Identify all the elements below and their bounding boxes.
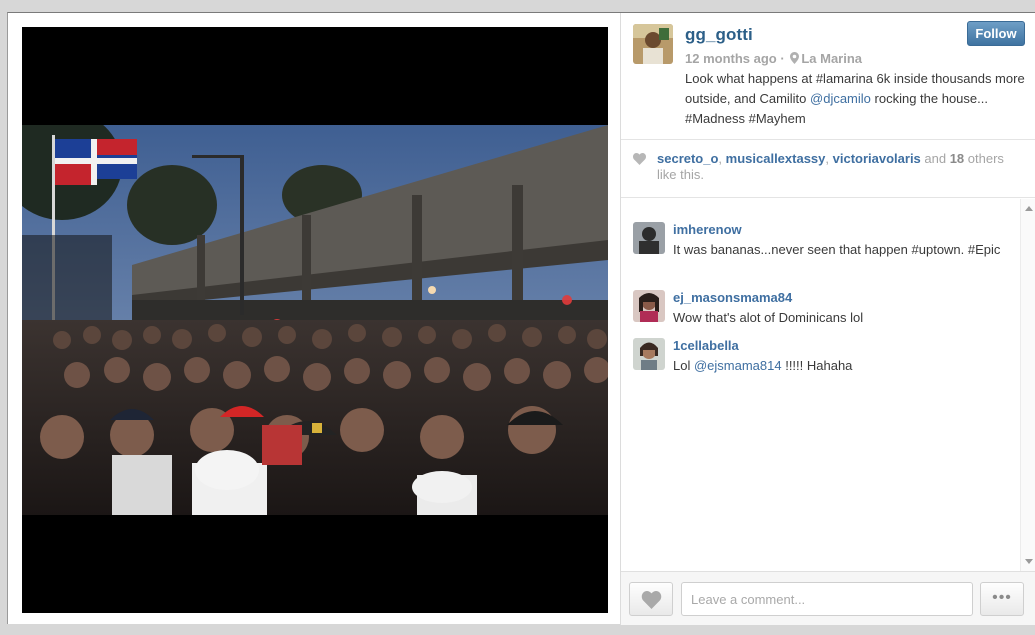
meta-separator: · — [780, 51, 785, 66]
likes-section: secreto_o, musicallextassy, victoriavola… — [621, 141, 1035, 198]
post-header: gg_gotti Follow 12 months ago · La Marin… — [621, 13, 1035, 140]
comment-hashtag[interactable]: #uptown — [912, 242, 961, 257]
caption-mention[interactable]: @djcamilo — [810, 91, 871, 106]
scroll-up-arrow-icon[interactable] — [1025, 206, 1033, 211]
comment-text: It was bananas...never seen that happen … — [673, 240, 1003, 260]
comments-scrollbar[interactable] — [1020, 199, 1035, 571]
like-button[interactable] — [629, 582, 673, 616]
comment-text: Lol @ejsmama814 !!!!! Hahaha — [673, 356, 1003, 376]
comment-mention[interactable]: @ejsmama814 — [694, 358, 782, 373]
liker-username[interactable]: secreto_o — [657, 151, 718, 166]
heart-icon — [633, 153, 646, 165]
likes-count[interactable]: 18 — [950, 151, 964, 166]
commenter-username[interactable]: ej_masonsmama84 — [673, 290, 792, 305]
comment-text-part: !!!!! Hahaha — [781, 358, 853, 373]
comment-text-part: Wow that's alot of Dominicans lol — [673, 310, 864, 325]
follow-button[interactable]: Follow — [967, 21, 1025, 46]
scroll-down-arrow-icon[interactable] — [1025, 559, 1033, 564]
photo-container — [22, 27, 608, 613]
likes-text: secreto_o, musicallextassy, victoriavola… — [657, 151, 1004, 182]
commenter-username[interactable]: 1cellabella — [673, 338, 739, 353]
liker-username[interactable]: musicallextassy — [726, 151, 826, 166]
commenter-avatar[interactable] — [633, 290, 665, 322]
caption-hashtag[interactable]: #Madness — [685, 111, 745, 126]
owner-avatar[interactable] — [633, 24, 673, 64]
caption-hashtag[interactable]: #lamarina — [816, 71, 873, 86]
commenter-avatar-image — [633, 290, 665, 322]
caption-hashtag[interactable]: #Mayhem — [749, 111, 806, 126]
post-modal: gg_gotti Follow 12 months ago · La Marin… — [7, 12, 1035, 625]
likes-and-text: and — [920, 151, 950, 166]
crowd-photo-image — [22, 125, 608, 515]
post-caption: Look what happens at #lamarina 6k inside… — [685, 69, 1025, 129]
owner-avatar-image — [633, 24, 673, 64]
commenter-avatar-image — [633, 222, 665, 254]
commenter-username[interactable]: imherenow — [673, 222, 742, 237]
post-meta: 12 months ago · La Marina — [685, 51, 862, 66]
comment-text-part: It was bananas...never seen that happen — [673, 242, 912, 257]
comment-hashtag[interactable]: #Epic — [968, 242, 1001, 257]
caption-text: Look what happens at — [685, 71, 816, 86]
comment-input[interactable] — [681, 582, 973, 616]
post-location[interactable]: La Marina — [801, 51, 862, 66]
comment-text: Wow that's alot of Dominicans lol — [673, 308, 1003, 328]
heart-icon — [641, 591, 662, 609]
liker-username[interactable]: victoriavolaris — [833, 151, 921, 166]
more-options-icon[interactable]: ••• — [980, 582, 1024, 616]
location-pin-icon — [790, 52, 800, 64]
commenter-avatar[interactable] — [633, 222, 665, 254]
post-time[interactable]: 12 months ago — [685, 51, 777, 66]
owner-username[interactable]: gg_gotti — [685, 25, 753, 45]
comments-list: imherenow It was bananas...never seen th… — [621, 199, 1035, 571]
commenter-avatar[interactable] — [633, 338, 665, 370]
comment-text-part: Lol — [673, 358, 694, 373]
comment-text-part: . — [960, 242, 968, 257]
details-panel: gg_gotti Follow 12 months ago · La Marin… — [620, 13, 1035, 625]
commenter-avatar-image — [633, 338, 665, 370]
comment-footer: ••• — [621, 571, 1035, 625]
post-photo[interactable] — [22, 125, 608, 515]
caption-text: rocking the house... — [870, 91, 988, 106]
